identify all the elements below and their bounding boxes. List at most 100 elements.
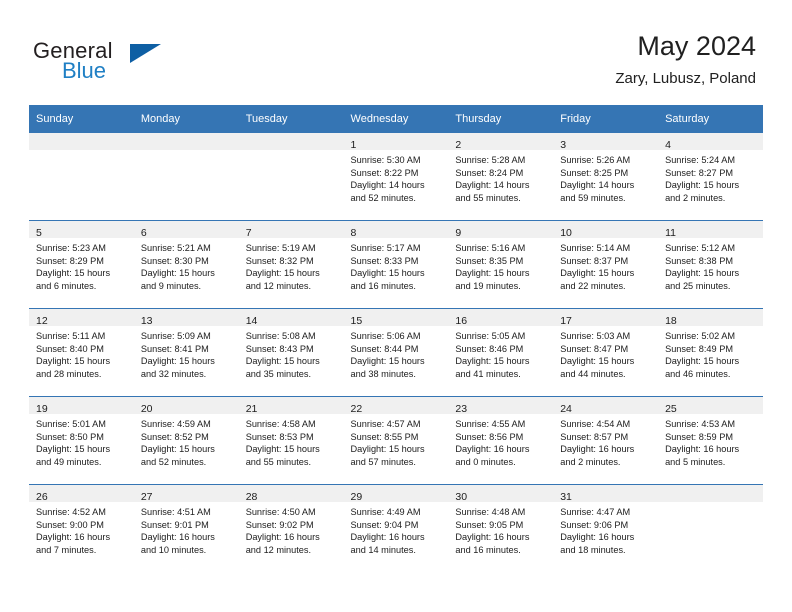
daylight-text: Daylight: 16 hours (350, 532, 425, 543)
page-header: General Blue May 2024 Zary, Lubusz, Pola… (0, 0, 792, 100)
sunset-text: Sunset: 8:46 PM (455, 343, 524, 354)
day-details: Sunrise: 4:47 AM Sunset: 9:06 PM Daylight:… (553, 502, 658, 556)
sunset-text: Sunset: 8:59 PM (665, 431, 733, 442)
daylight-text-cont: and 22 minutes. (560, 280, 626, 291)
empty-day-bar (238, 133, 344, 150)
sunrise-text: Sunrise: 4:54 AM (560, 419, 631, 429)
day-cell-content: 24 Sunrise: 4:54 AM Sunset: 8:57 PM Dayligh… (553, 397, 659, 484)
day-number-bar: 4 (658, 133, 763, 151)
calendar-day-cell[interactable]: 15 Sunrise: 5:06 AM Sunset: 8:44 PM Dayligh… (343, 308, 449, 397)
calendar-day-cell[interactable]: 25 Sunrise: 4:53 AM Sunset: 8:59 PM Dayligh… (658, 396, 763, 485)
day-number-bar: 17 (553, 309, 659, 327)
calendar-day-cell[interactable]: 19 Sunrise: 5:01 AM Sunset: 8:50 PM Dayligh… (29, 396, 134, 485)
daylight-text-cont: and 57 minutes. (350, 456, 416, 467)
daylight-text-cont: and 35 minutes. (245, 368, 312, 379)
calendar-day-cell[interactable]: 22 Sunrise: 4:57 AM Sunset: 8:55 PM Dayligh… (343, 396, 449, 485)
sunset-text: Sunset: 8:47 PM (560, 343, 629, 354)
daylight-text: Daylight: 15 hours (665, 268, 740, 279)
calendar-day-cell[interactable]: 14 Sunrise: 5:08 AM Sunset: 8:43 PM Dayligh… (238, 308, 344, 397)
day-cell-content: 25 Sunrise: 4:53 AM Sunset: 8:59 PM Dayligh… (658, 397, 763, 484)
calendar-day-cell[interactable]: 24 Sunrise: 4:54 AM Sunset: 8:57 PM Dayligh… (553, 396, 659, 485)
sunrise-text: Sunrise: 4:53 AM (665, 419, 736, 429)
day-cell-content: 26 Sunrise: 4:52 AM Sunset: 9:00 PM Dayligh… (29, 485, 134, 572)
daylight-text: Daylight: 15 hours (140, 268, 215, 279)
daylight-text-cont: and 2 minutes. (560, 456, 621, 467)
calendar-day-cell[interactable]: 13 Sunrise: 5:09 AM Sunset: 8:41 PM Dayligh… (133, 308, 239, 397)
calendar-day-cell[interactable]: 31 Sunrise: 4:47 AM Sunset: 9:06 PM Dayligh… (553, 484, 659, 572)
calendar-day-cell[interactable]: 8 Sunrise: 5:17 AM Sunset: 8:33 PM Daylight… (343, 220, 449, 309)
calendar-day-cell[interactable]: 30 Sunrise: 4:48 AM Sunset: 9:05 PM Dayligh… (448, 484, 554, 572)
calendar-day-cell[interactable]: 23 Sunrise: 4:55 AM Sunset: 8:56 PM Dayligh… (448, 396, 554, 485)
daylight-text: Daylight: 16 hours (245, 532, 320, 543)
daylight-text-cont: and 2 minutes. (665, 192, 726, 203)
sunset-text: Sunset: 8:49 PM (665, 343, 733, 354)
empty-day-bar (133, 133, 239, 150)
sunset-text: Sunset: 8:43 PM (245, 343, 314, 354)
calendar-day-cell[interactable]: 3 Sunrise: 5:26 AM Sunset: 8:25 PM Daylight… (553, 133, 659, 221)
calendar-day-cell[interactable]: 16 Sunrise: 5:05 AM Sunset: 8:46 PM Dayligh… (448, 308, 554, 397)
day-cell-content: 30 Sunrise: 4:48 AM Sunset: 9:05 PM Dayligh… (448, 485, 554, 572)
day-number-bar: 5 (29, 221, 134, 239)
calendar-day-cell[interactable]: 17 Sunrise: 5:03 AM Sunset: 8:47 PM Dayligh… (553, 308, 659, 397)
calendar-day-cell[interactable]: 26 Sunrise: 4:52 AM Sunset: 9:00 PM Dayligh… (29, 484, 134, 572)
calendar-day-cell[interactable]: 7 Sunrise: 5:19 AM Sunset: 8:32 PM Daylight… (238, 220, 344, 309)
sunset-text: Sunset: 8:52 PM (140, 431, 209, 442)
calendar-day-cell[interactable]: 18 Sunrise: 5:02 AM Sunset: 8:49 PM Dayligh… (658, 308, 763, 397)
calendar-day-cell[interactable]: 2 Sunrise: 5:28 AM Sunset: 8:24 PM Daylight… (448, 133, 554, 221)
daylight-text-cont: and 12 minutes. (245, 544, 312, 555)
empty-day-bar (29, 133, 134, 150)
day-number: 23 (455, 403, 468, 415)
sunset-text: Sunset: 8:30 PM (140, 255, 209, 266)
calendar-day-cell[interactable]: 10 Sunrise: 5:14 AM Sunset: 8:37 PM Dayligh… (553, 220, 659, 309)
sunset-text: Sunset: 8:57 PM (560, 431, 629, 442)
brand-logo[interactable]: General Blue (33, 38, 253, 86)
calendar-day-cell[interactable]: 1 Sunrise: 5:30 AM Sunset: 8:22 PM Daylight… (343, 133, 449, 221)
sunset-text: Sunset: 8:29 PM (36, 255, 104, 266)
day-number: 17 (560, 315, 572, 327)
day-cell-content: 2 Sunrise: 5:28 AM Sunset: 8:24 PM Daylight… (448, 133, 554, 220)
sunset-text: Sunset: 8:55 PM (350, 431, 419, 442)
calendar-day-cell[interactable]: 11 Sunrise: 5:12 AM Sunset: 8:38 PM Dayligh… (658, 220, 763, 309)
day-number-bar: 15 (343, 309, 449, 327)
day-cell-content: 8 Sunrise: 5:17 AM Sunset: 8:33 PM Daylight… (343, 221, 449, 308)
weekday-header-monday: Monday (133, 105, 239, 133)
calendar-day-cell[interactable]: 27 Sunrise: 4:51 AM Sunset: 9:01 PM Dayligh… (133, 484, 239, 572)
calendar-day-cell[interactable]: 28 Sunrise: 4:50 AM Sunset: 9:02 PM Dayligh… (238, 484, 344, 572)
day-details: Sunrise: 5:02 AM Sunset: 8:49 PM Daylight:… (658, 326, 763, 380)
daylight-text-cont: and 44 minutes. (560, 368, 626, 379)
calendar-day-cell[interactable]: 4 Sunrise: 5:24 AM Sunset: 8:27 PM Daylight… (658, 133, 763, 221)
daylight-text: Daylight: 15 hours (140, 444, 215, 455)
day-details: Sunrise: 4:51 AM Sunset: 9:01 PM Daylight:… (134, 502, 239, 556)
sunrise-text: Sunrise: 5:17 AM (350, 243, 421, 253)
day-number: 4 (665, 139, 671, 151)
sunrise-text: Sunrise: 4:47 AM (560, 507, 631, 517)
day-number: 29 (350, 491, 363, 503)
daylight-text: Daylight: 15 hours (36, 356, 111, 367)
day-details: Sunrise: 4:53 AM Sunset: 8:59 PM Daylight:… (658, 414, 763, 468)
day-number-bar: 30 (448, 485, 554, 503)
page-subtitle: Zary, Lubusz, Poland (615, 70, 756, 87)
sunrise-text: Sunrise: 4:57 AM (350, 419, 421, 429)
day-number: 27 (140, 491, 153, 503)
day-number: 16 (455, 315, 468, 327)
daylight-text-cont: and 32 minutes. (140, 368, 207, 379)
calendar-day-cell[interactable]: 6 Sunrise: 5:21 AM Sunset: 8:30 PM Daylight… (133, 220, 239, 309)
day-details: Sunrise: 4:59 AM Sunset: 8:52 PM Daylight:… (134, 414, 239, 468)
day-details: Sunrise: 5:30 AM Sunset: 8:22 PM Daylight:… (344, 150, 449, 204)
calendar-day-cell[interactable]: 29 Sunrise: 4:49 AM Sunset: 9:04 PM Dayligh… (343, 484, 449, 572)
daylight-text-cont: and 10 minutes. (140, 544, 207, 555)
daylight-text-cont: and 52 minutes. (350, 192, 416, 203)
day-number: 15 (350, 315, 363, 327)
sunrise-text: Sunrise: 5:05 AM (455, 331, 526, 341)
daylight-text: Daylight: 15 hours (665, 180, 740, 191)
daylight-text: Daylight: 15 hours (245, 444, 320, 455)
calendar-day-cell[interactable]: 9 Sunrise: 5:16 AM Sunset: 8:35 PM Daylight… (448, 220, 554, 309)
calendar-day-cell[interactable]: 21 Sunrise: 4:58 AM Sunset: 8:53 PM Dayligh… (238, 396, 344, 485)
sunset-text: Sunset: 8:41 PM (140, 343, 209, 354)
calendar-day-cell[interactable]: 20 Sunrise: 4:59 AM Sunset: 8:52 PM Dayligh… (133, 396, 239, 485)
day-cell-content: 13 Sunrise: 5:09 AM Sunset: 8:41 PM Dayligh… (133, 309, 239, 396)
sunrise-text: Sunrise: 4:50 AM (245, 507, 316, 517)
calendar-day-cell[interactable]: 5 Sunrise: 5:23 AM Sunset: 8:29 PM Daylight… (29, 220, 134, 309)
calendar-day-cell[interactable]: 12 Sunrise: 5:11 AM Sunset: 8:40 PM Dayligh… (29, 308, 134, 397)
day-number-bar: 3 (553, 133, 659, 151)
